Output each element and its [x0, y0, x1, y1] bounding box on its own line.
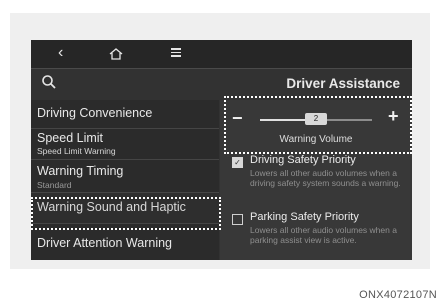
settings-sidebar: Driving Convenience Speed Limit Speed Li… [31, 100, 219, 260]
sidebar-item-label: Speed Limit [37, 131, 104, 145]
search-icon[interactable] [41, 74, 57, 90]
option-description: Lowers all other audio volumes when a dr… [250, 168, 401, 188]
option-title: Parking Safety Priority [250, 211, 359, 223]
back-icon[interactable]: ‹ [58, 44, 63, 62]
sidebar-item-speed-limit[interactable]: Speed Limit Speed Limit Warning [31, 129, 219, 160]
parking-safety-priority-checkbox[interactable] [232, 214, 243, 225]
infotainment-screen: ‹ Driver Assistance Driving Convenience … [31, 40, 412, 260]
sidebar-item-warning-sound-and-haptic[interactable]: Warning Sound and Haptic [31, 193, 219, 224]
warning-volume-label: Warning Volume [279, 134, 353, 145]
option-description: Lowers all other audio volumes when a pa… [250, 225, 397, 245]
sidebar-item-driving-convenience[interactable]: Driving Convenience [31, 100, 219, 129]
sidebar-item-label: Driving Convenience [37, 106, 153, 120]
page-title: Driver Assistance [286, 76, 400, 91]
volume-slider[interactable]: 2 [260, 113, 372, 125]
volume-slider-thumb[interactable]: 2 [305, 113, 327, 125]
sidebar-item-label: Warning Timing [37, 164, 124, 178]
figure-code: ONX4072107N [359, 289, 437, 301]
home-icon[interactable] [109, 47, 123, 60]
sidebar-item-sublabel: Speed Limit Warning [37, 146, 116, 156]
parking-safety-priority-option[interactable]: Parking Safety Priority Lowers all other… [220, 211, 412, 260]
title-bar: Driver Assistance [31, 69, 412, 99]
volume-increase-button[interactable]: + [388, 106, 399, 127]
sidebar-item-driver-attention-warning[interactable]: Driver Attention Warning [31, 224, 219, 260]
settings-content: − 2 + Warning Volume ✓ Driving Safety Pr… [220, 100, 412, 260]
driving-safety-priority-checkbox[interactable]: ✓ [232, 157, 243, 168]
sidebar-item-warning-timing[interactable]: Warning Timing Standard [31, 160, 219, 193]
sidebar-item-label: Driver Attention Warning [37, 236, 173, 250]
sidebar-item-sublabel: Standard [37, 180, 72, 190]
option-title: Driving Safety Priority [250, 154, 356, 166]
warning-volume-control: − 2 + Warning Volume [220, 100, 412, 150]
menu-icon[interactable] [171, 48, 181, 58]
sidebar-item-label: Warning Sound and Haptic [37, 200, 186, 214]
volume-decrease-button[interactable]: − [232, 108, 243, 129]
top-navigation-bar: ‹ [31, 40, 412, 69]
driving-safety-priority-option[interactable]: ✓ Driving Safety Priority Lowers all oth… [220, 154, 412, 210]
